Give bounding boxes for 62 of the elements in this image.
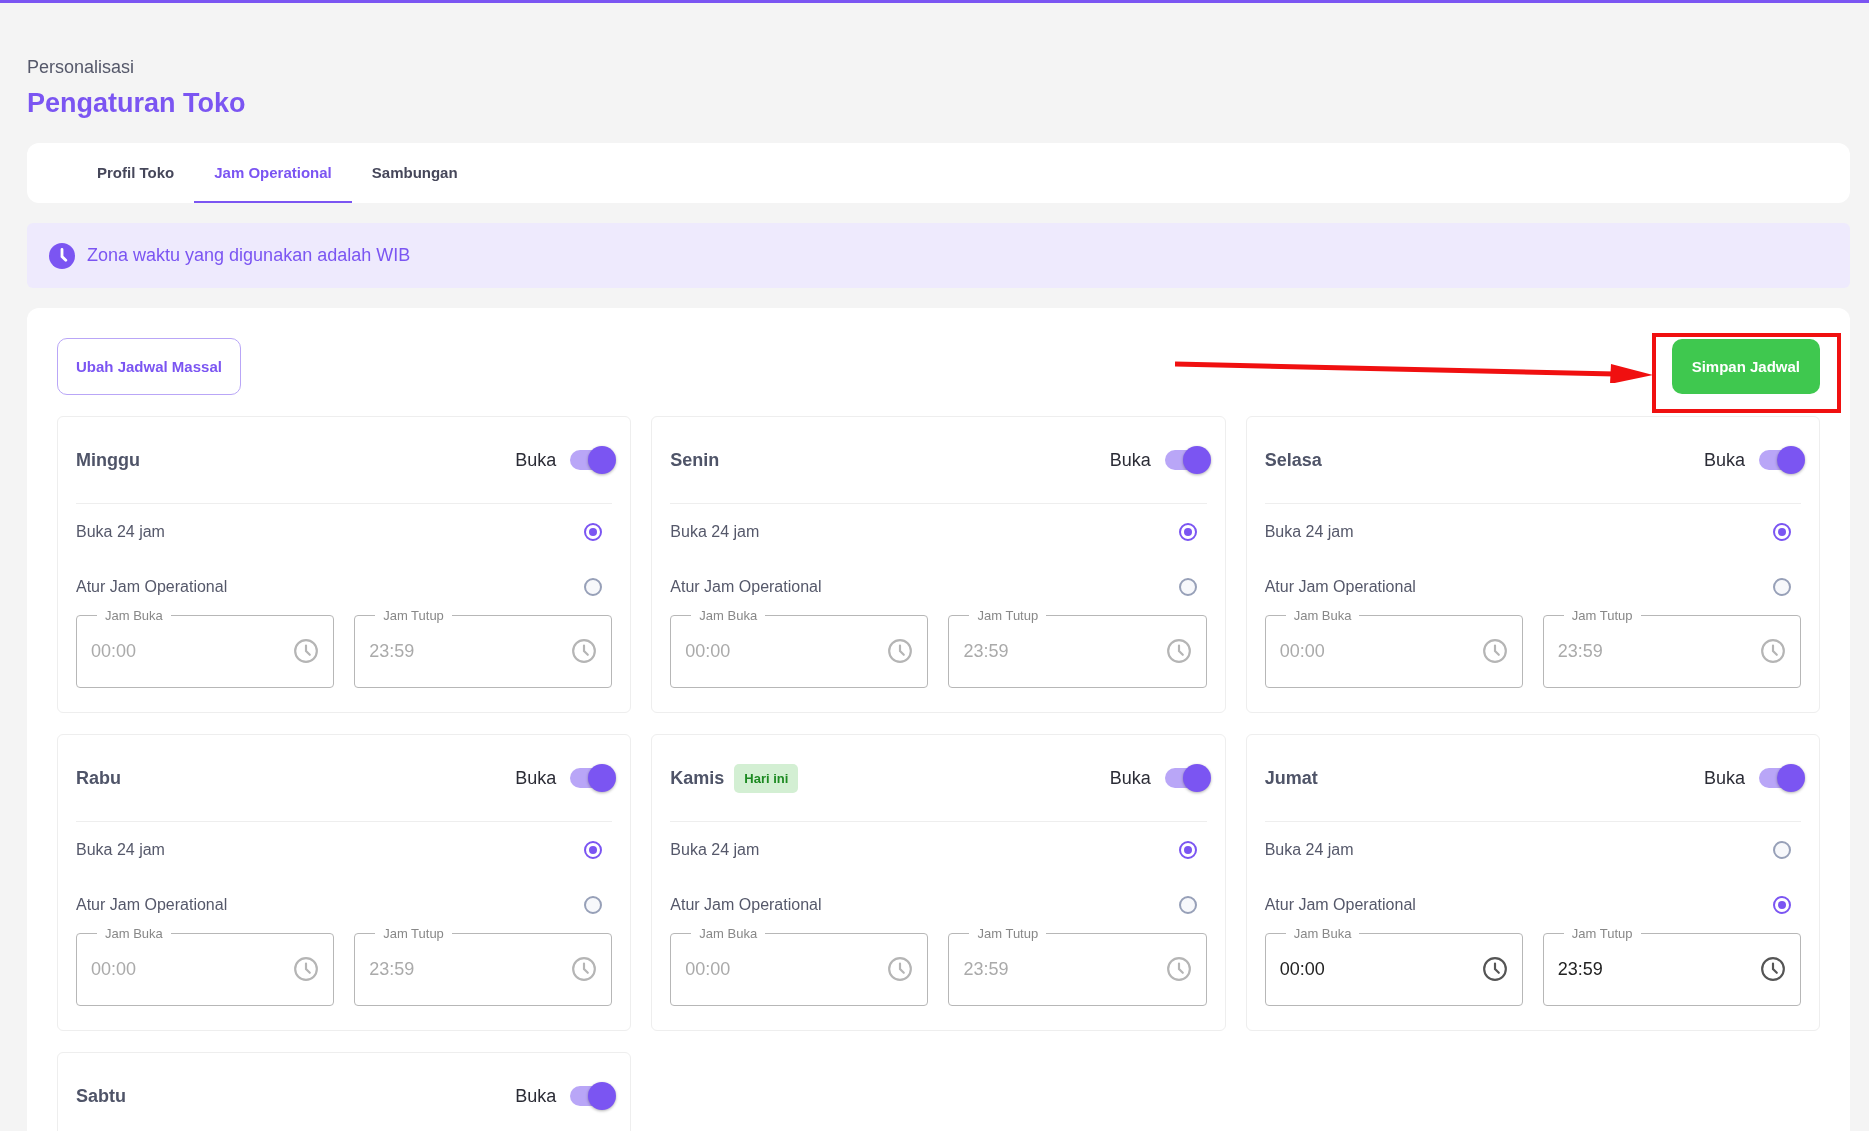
tab[interactable]: Jam Operational <box>194 143 352 203</box>
day-name: Sabtu <box>76 1085 126 1107</box>
status-label: Buka <box>1109 449 1151 471</box>
day-name: Minggu <box>76 449 140 471</box>
save-button[interactable]: Simpan Jadwal <box>1671 339 1820 394</box>
clock-icon <box>1165 956 1192 982</box>
radio-button[interactable] <box>1178 840 1197 859</box>
status-label: Buka <box>515 767 557 789</box>
status-label: Buka <box>1109 767 1151 789</box>
day-name: Rabu <box>76 767 121 789</box>
status-label: Buka <box>1703 767 1745 789</box>
option-label: Buka 24 jam <box>1264 840 1354 859</box>
option-label: Buka 24 jam <box>670 840 760 859</box>
day-name: Selasa <box>1264 449 1322 471</box>
bulk-edit-button[interactable]: Ubah Jadwal Massal <box>57 338 241 395</box>
option-label: Atur Jam Operational <box>1264 577 1416 596</box>
radio-button[interactable] <box>584 522 603 541</box>
radio-button[interactable] <box>584 577 603 596</box>
clock-icon <box>49 242 75 269</box>
clock-icon <box>1481 956 1508 982</box>
radio-button[interactable] <box>1773 577 1791 596</box>
clock-icon <box>571 638 598 664</box>
radio-button[interactable] <box>1773 840 1791 859</box>
option-label: Atur Jam Operational <box>670 577 822 596</box>
option-label: Atur Jam Operational <box>1264 895 1416 914</box>
day-name: Kamis <box>670 767 725 789</box>
day-name: Senin <box>670 449 720 471</box>
radio-button[interactable] <box>1178 577 1197 596</box>
option-label: Atur Jam Operational <box>76 577 228 596</box>
tab[interactable]: Profil Toko <box>77 143 195 203</box>
clock-icon <box>1165 638 1192 664</box>
status-label: Buka <box>515 1085 557 1107</box>
clock-icon <box>1760 638 1786 664</box>
breadcrumb: Personalisasi <box>27 57 136 78</box>
radio-button[interactable] <box>584 840 603 859</box>
radio-button[interactable] <box>1178 522 1197 541</box>
status-label: Buka <box>515 449 557 471</box>
clock-icon <box>293 638 320 664</box>
radio-button[interactable] <box>1773 522 1791 541</box>
clock-icon <box>1760 956 1786 982</box>
time-field[interactable]: Jam Tutup 23:59 <box>1542 926 1801 1006</box>
clock-icon <box>887 956 914 982</box>
clock-icon <box>887 638 914 664</box>
option-label: Buka 24 jam <box>1264 522 1354 541</box>
radio-button[interactable] <box>584 895 603 914</box>
clock-icon <box>571 956 598 982</box>
day-name: Jumat <box>1264 767 1318 789</box>
option-label: Atur Jam Operational <box>670 895 822 914</box>
today-badge: Hari ini <box>734 763 799 793</box>
time-field[interactable]: Jam Buka 00:00 <box>1264 926 1523 1006</box>
radio-button[interactable] <box>1773 895 1791 914</box>
option-label: Buka 24 jam <box>670 522 760 541</box>
clock-icon <box>1481 638 1508 664</box>
info-text: Zona waktu yang digunakan adalah WIB <box>87 245 411 266</box>
option-label: Atur Jam Operational <box>76 895 228 914</box>
status-label: Buka <box>1703 449 1745 471</box>
option-label: Buka 24 jam <box>76 522 165 541</box>
option-label: Buka 24 jam <box>76 840 165 859</box>
clock-icon <box>293 956 320 982</box>
page-title: Pengaturan Toko <box>27 88 247 119</box>
radio-button[interactable] <box>1178 895 1197 914</box>
tab[interactable]: Sambungan <box>351 143 478 203</box>
